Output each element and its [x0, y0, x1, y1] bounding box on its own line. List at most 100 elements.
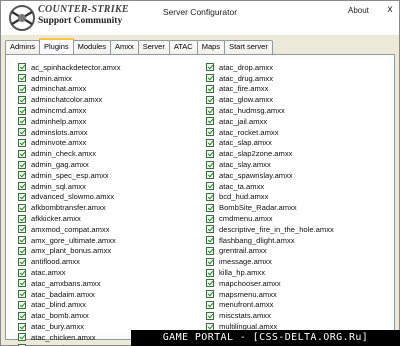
plugin-list-item[interactable]: admin.amxx	[18, 73, 198, 84]
tab-modules[interactable]: Modules	[72, 40, 111, 54]
plugin-list-item[interactable]: atac_slap2zone.amxx	[206, 148, 386, 159]
tab-start-server[interactable]: Start server	[224, 40, 273, 54]
tab-plugins[interactable]: Plugins	[39, 38, 74, 54]
plugin-checkbox[interactable]	[206, 257, 214, 266]
plugin-list-item[interactable]: admin_sql.amxx	[18, 181, 198, 192]
plugin-list-item[interactable]: grentrail.amxx	[206, 246, 386, 257]
plugin-checkbox[interactable]	[18, 300, 26, 309]
plugin-list-item[interactable]: mapchooser.amxx	[206, 278, 386, 289]
plugin-checkbox[interactable]	[18, 290, 26, 299]
plugin-list-item[interactable]: atac_slay.amxx	[206, 159, 386, 170]
plugin-checkbox[interactable]	[206, 290, 214, 299]
plugin-list-item[interactable]: atac_spawnslay.amxx	[206, 170, 386, 181]
plugin-checkbox[interactable]	[18, 225, 26, 234]
plugin-checkbox[interactable]	[206, 171, 214, 180]
plugin-list-item[interactable]: miscstats.amxx	[206, 310, 386, 321]
plugin-checkbox[interactable]	[206, 149, 214, 158]
tab-admins[interactable]: Admins	[5, 40, 41, 54]
plugin-list-item[interactable]: antiflood.amxx	[18, 256, 198, 267]
plugin-list-item[interactable]: atac_amxbans.amxx	[18, 278, 198, 289]
plugin-list-item[interactable]: descriptive_fire_in_the_hole.amxx	[206, 224, 386, 235]
plugin-list-item[interactable]: afkbombtransfer.amxx	[18, 202, 198, 213]
plugin-list-item[interactable]: adminhelp.amxx	[18, 116, 198, 127]
plugin-list-item[interactable]: atac_ta.amxx	[206, 181, 386, 192]
plugin-checkbox[interactable]	[18, 257, 26, 266]
plugin-list-item[interactable]: atac_glow.amxx	[206, 94, 386, 105]
plugin-checkbox[interactable]	[18, 246, 26, 255]
plugin-list-item[interactable]: atac.amxx	[18, 267, 198, 278]
plugin-checkbox[interactable]	[206, 74, 214, 83]
plugin-checkbox[interactable]	[18, 268, 26, 277]
plugin-checkbox[interactable]	[206, 236, 214, 245]
tab-maps[interactable]: Maps	[196, 40, 226, 54]
plugin-list-item[interactable]: atac_drug.amxx	[206, 73, 386, 84]
plugin-checkbox[interactable]	[206, 95, 214, 104]
plugin-list-item[interactable]: adminslots.amxx	[18, 127, 198, 138]
plugin-list-item[interactable]: amx_gore_ultimate.amxx	[18, 235, 198, 246]
plugin-list-item[interactable]: flashbang_dlight.amxx	[206, 235, 386, 246]
plugin-checkbox[interactable]	[18, 128, 26, 137]
plugin-checkbox[interactable]	[206, 106, 214, 115]
plugin-list-item[interactable]: atac_blind.amxx	[18, 300, 198, 311]
plugin-list-item[interactable]: amx_plant_bonus.amxx	[18, 246, 198, 257]
plugin-checkbox[interactable]	[18, 160, 26, 169]
plugin-checkbox[interactable]	[206, 84, 214, 93]
plugin-list-item[interactable]: admin_spec_esp.amxx	[18, 170, 198, 181]
tab-amxx[interactable]: Amxx	[109, 40, 139, 54]
plugin-list-item[interactable]: ac_spinhackdetector.amxx	[18, 62, 198, 73]
plugin-checkbox[interactable]	[18, 149, 26, 158]
plugin-checkbox[interactable]	[206, 192, 214, 201]
plugin-checkbox[interactable]	[206, 160, 214, 169]
plugin-checkbox[interactable]	[18, 236, 26, 245]
plugin-checkbox[interactable]	[18, 322, 26, 331]
plugin-checkbox[interactable]	[18, 74, 26, 83]
plugin-checkbox[interactable]	[18, 63, 26, 72]
plugin-list-item[interactable]: imessage.amxx	[206, 256, 386, 267]
plugin-checkbox[interactable]	[18, 171, 26, 180]
plugin-checkbox[interactable]	[18, 203, 26, 212]
plugin-list-item[interactable]: atac_hudmsg.amxx	[206, 105, 386, 116]
plugin-list-item[interactable]: adminvote.amxx	[18, 138, 198, 149]
plugin-list-item[interactable]: atac_bomb.amxx	[18, 310, 198, 321]
plugin-list-item[interactable]: BombSite_Radar.amxx	[206, 202, 386, 213]
plugin-checkbox[interactable]	[18, 333, 26, 342]
plugin-list-item[interactable]: bcd_hud.amxx	[206, 192, 386, 203]
plugin-checkbox[interactable]	[18, 117, 26, 126]
plugin-checkbox[interactable]	[18, 214, 26, 223]
plugin-list-item[interactable]: afkkicker.amxx	[18, 213, 198, 224]
plugin-list-item[interactable]: adminchat.amxx	[18, 84, 198, 95]
plugin-list-item[interactable]: advanced_slowmo.amxx	[18, 192, 198, 203]
plugin-checkbox[interactable]	[18, 95, 26, 104]
plugin-list-item[interactable]: mapsmenu.amxx	[206, 289, 386, 300]
plugin-list-item[interactable]: atac_fire.amxx	[206, 84, 386, 95]
plugin-checkbox[interactable]	[18, 84, 26, 93]
close-icon[interactable]: x	[384, 4, 396, 16]
plugin-list-item[interactable]: admin_gag.amxx	[18, 159, 198, 170]
plugin-checkbox[interactable]	[206, 279, 214, 288]
plugin-checkbox[interactable]	[206, 214, 214, 223]
plugin-list-item[interactable]: cmdmenu.amxx	[206, 213, 386, 224]
plugin-list-item[interactable]: atac_rocket.amxx	[206, 127, 386, 138]
plugin-list-item[interactable]: atac_drop.amxx	[206, 62, 386, 73]
about-button[interactable]: About	[348, 6, 369, 15]
plugin-checkbox[interactable]	[206, 225, 214, 234]
plugin-list-item[interactable]: killa_hp.amxx	[206, 267, 386, 278]
plugin-list-item[interactable]: adminchatcolor.amxx	[18, 94, 198, 105]
plugin-checkbox[interactable]	[18, 138, 26, 147]
plugin-checkbox[interactable]	[18, 279, 26, 288]
plugin-checkbox[interactable]	[206, 117, 214, 126]
plugin-checkbox[interactable]	[206, 138, 214, 147]
tab-atac[interactable]: ATAC	[168, 40, 198, 54]
plugin-checkbox[interactable]	[18, 106, 26, 115]
plugin-checkbox[interactable]	[18, 192, 26, 201]
plugin-checkbox[interactable]	[206, 182, 214, 191]
plugin-list-item[interactable]: atac_jail.amxx	[206, 116, 386, 127]
plugin-list-item[interactable]: atac_slap.amxx	[206, 138, 386, 149]
plugin-checkbox[interactable]	[206, 203, 214, 212]
plugin-list-item[interactable]: admincmd.amxx	[18, 105, 198, 116]
plugin-list-item[interactable]: admin_check.amxx	[18, 148, 198, 159]
plugin-checkbox[interactable]	[206, 128, 214, 137]
plugin-checkbox[interactable]	[18, 311, 26, 320]
plugin-checkbox[interactable]	[18, 182, 26, 191]
plugin-checkbox[interactable]	[206, 268, 214, 277]
